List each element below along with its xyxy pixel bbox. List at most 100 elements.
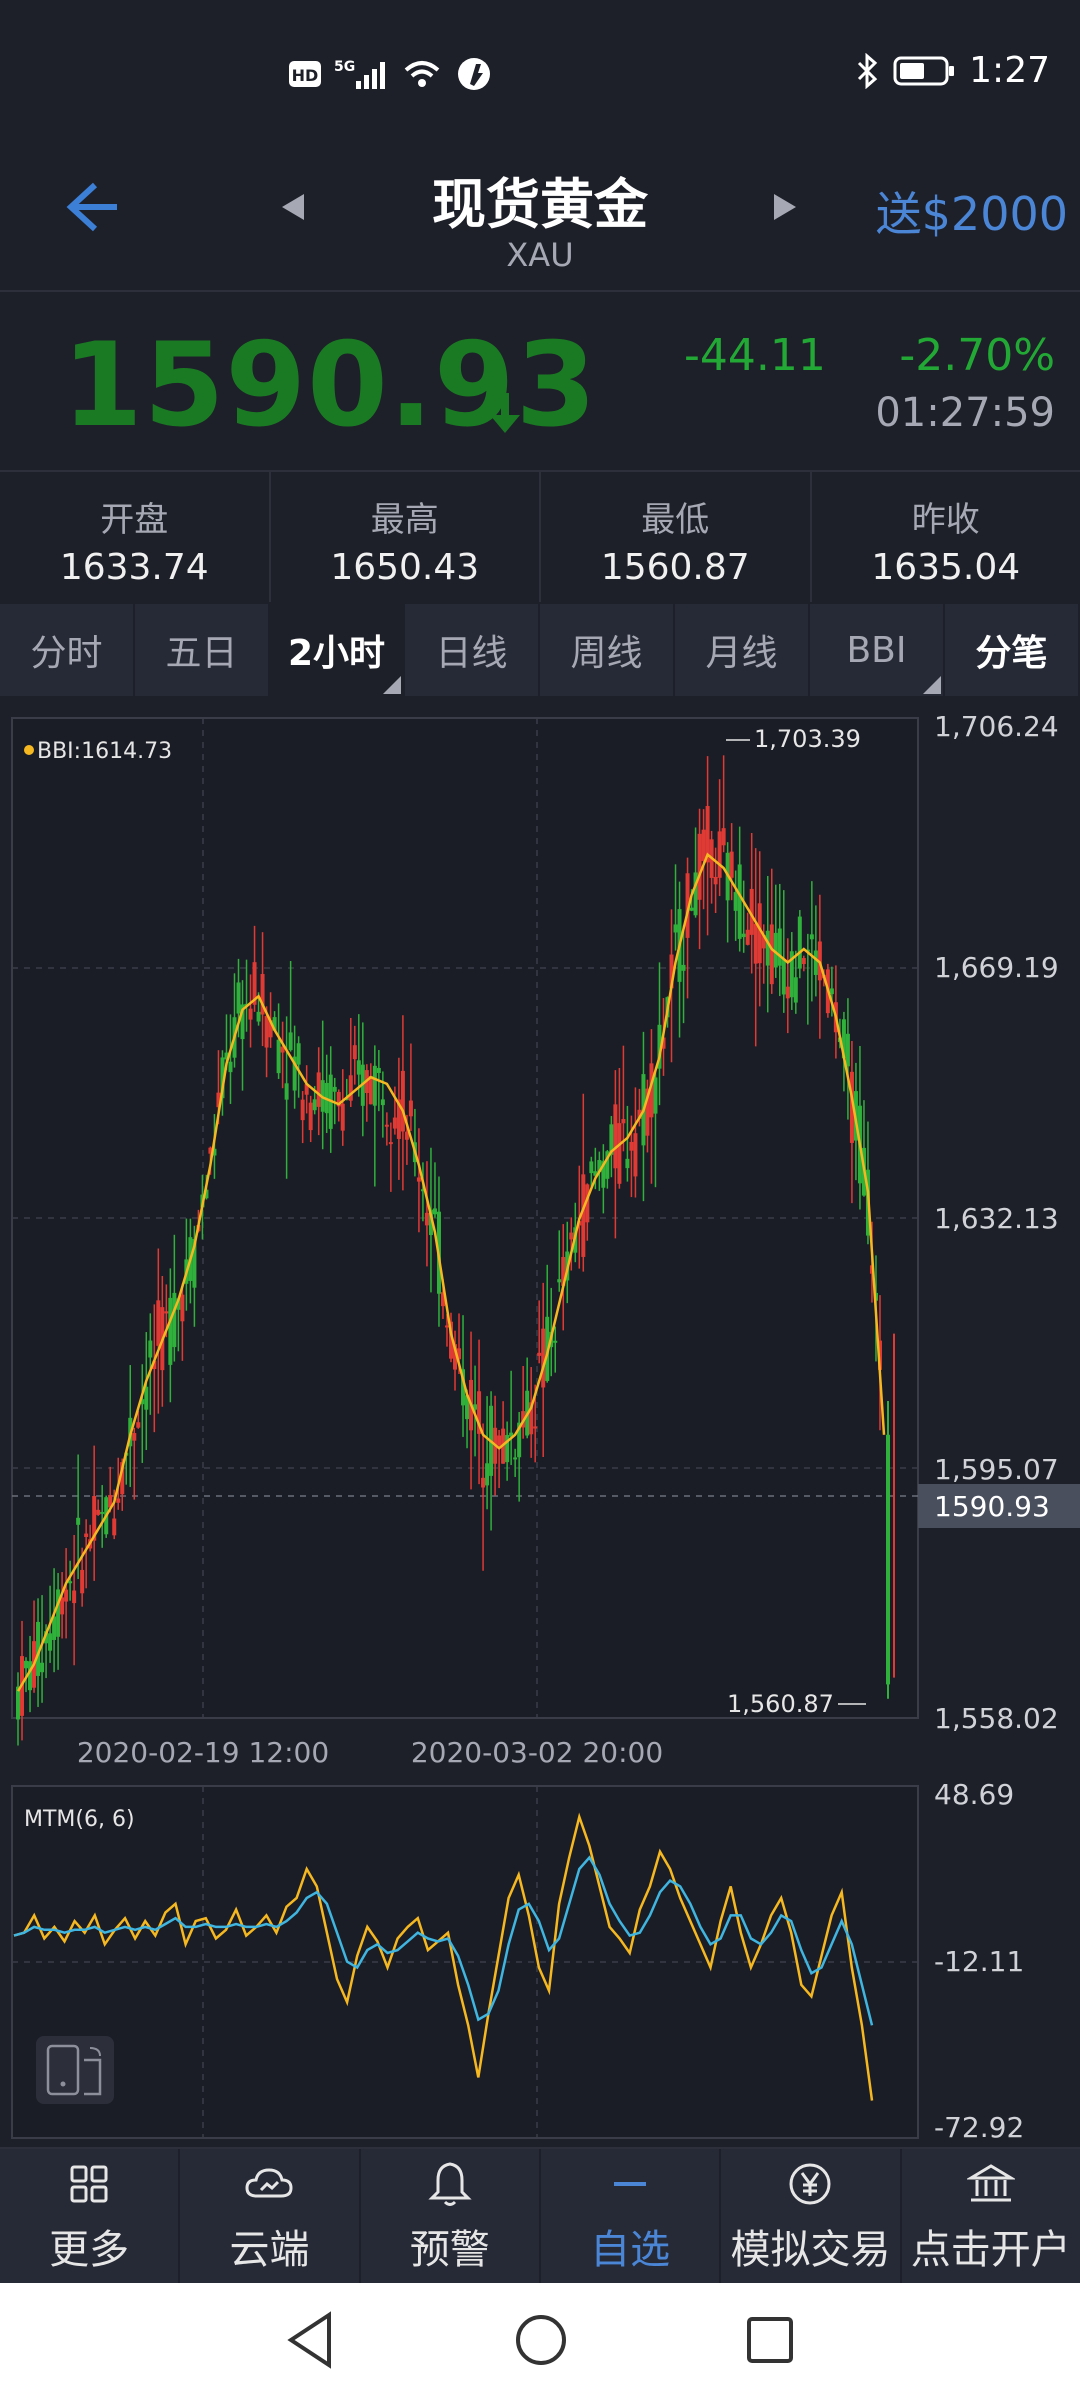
price-chart[interactable]: BBI:1614.73 1,703.39 1,560.87 1,706.24 1… xyxy=(0,700,1080,2145)
clock: 1:27 xyxy=(969,50,1050,91)
candle-body xyxy=(388,1142,393,1145)
candle-body xyxy=(64,1589,69,1602)
bell-icon xyxy=(428,2162,472,2206)
candle-body xyxy=(380,1099,385,1106)
candle-body xyxy=(408,1100,413,1117)
candle-body xyxy=(629,1141,634,1151)
candle-body xyxy=(68,1581,73,1584)
candle-body xyxy=(533,1426,538,1429)
candle-body xyxy=(84,1533,89,1538)
tab-five-day[interactable]: 五日 xyxy=(135,604,270,696)
nav-open-account[interactable]: 点击开户 xyxy=(902,2149,1080,2285)
stat-value: 1633.74 xyxy=(59,547,209,588)
yen-circle-icon xyxy=(789,2163,831,2205)
nav-alert[interactable]: 预警 xyxy=(361,2149,541,2285)
y-tick-label: 1,558.02 xyxy=(934,1702,1059,1735)
down-arrow-icon xyxy=(490,393,520,433)
dropdown-corner-icon xyxy=(923,676,941,694)
nav-recents-icon[interactable] xyxy=(745,2315,795,2365)
candle-body xyxy=(16,1686,20,1720)
candle-body xyxy=(613,1104,618,1169)
candle-body xyxy=(76,1517,81,1525)
candle-body xyxy=(348,1075,353,1101)
candle-body xyxy=(288,1032,293,1051)
candle-body xyxy=(80,1569,85,1594)
candle-body xyxy=(733,892,738,911)
candle-body xyxy=(312,1099,317,1111)
candle-body xyxy=(28,1661,33,1691)
candle-body xyxy=(40,1662,45,1673)
nav-home-icon[interactable] xyxy=(514,2313,568,2367)
bank-icon xyxy=(966,2164,1015,2202)
nav-back-icon[interactable] xyxy=(285,2311,335,2369)
nav-label: 模拟交易 xyxy=(730,2227,891,2273)
candle-body xyxy=(384,1124,389,1127)
candle-body xyxy=(144,1386,149,1410)
candle-body xyxy=(264,1015,269,1048)
nav-watchlist[interactable]: 自选 xyxy=(541,2149,722,2285)
tab-daily[interactable]: 日线 xyxy=(405,604,540,696)
nav-label: 点击开户 xyxy=(910,2227,1071,2273)
candle-body xyxy=(769,924,774,985)
candle-body xyxy=(765,930,770,966)
bbi-legend: BBI:1614.73 xyxy=(37,739,172,764)
mtm-y-tick: 48.69 xyxy=(934,1778,1014,1811)
tab-timeshare[interactable]: 分时 xyxy=(0,604,135,696)
candle-body xyxy=(809,934,814,940)
status-bar: HD 5G 1:27 xyxy=(0,0,1080,150)
promo-link[interactable]: 送$2000 xyxy=(876,178,1068,244)
system-nav-bar xyxy=(0,2283,1080,2400)
candle-body xyxy=(284,1083,289,1100)
5g-signal-icon: 5G xyxy=(334,59,385,89)
candle-body xyxy=(845,1033,850,1067)
candle-body xyxy=(481,1477,486,1488)
stat-value: 1650.43 xyxy=(330,547,480,588)
wifi-icon xyxy=(404,61,440,87)
stat-label: 最高 xyxy=(370,500,439,540)
candle-body xyxy=(753,923,758,964)
tab-ticks[interactable]: 分笔 xyxy=(945,604,1080,696)
candle-body xyxy=(801,958,806,965)
nav-cloud[interactable]: 云端 xyxy=(180,2149,361,2285)
nav-sim-trade[interactable]: 模拟交易 xyxy=(721,2149,902,2285)
candle-body xyxy=(653,1077,658,1114)
nav-more[interactable]: 更多 xyxy=(0,2149,181,2285)
candle-body xyxy=(829,988,834,995)
y-tick-label: 1,632.13 xyxy=(934,1202,1059,1235)
status-right: 1:27 xyxy=(855,50,1050,91)
rotate-screen-button[interactable] xyxy=(36,2036,114,2104)
candle-body xyxy=(172,1292,177,1348)
candle-body xyxy=(392,1117,397,1129)
tab-label: 2小时 xyxy=(287,633,386,674)
y-axis: 1,706.24 1,669.19 1,632.13 1,595.07 1,55… xyxy=(934,710,1059,1735)
stat-low: 最低 1560.87 xyxy=(541,472,812,602)
candle-body xyxy=(589,1161,594,1174)
stat-label: 昨收 xyxy=(911,500,980,540)
candle-body xyxy=(497,1435,502,1446)
tab-monthly[interactable]: 月线 xyxy=(675,604,810,696)
candle-body xyxy=(308,1102,313,1131)
candle-body xyxy=(400,1070,405,1132)
tab-indicator-bbi[interactable]: BBI xyxy=(810,604,945,696)
bluetooth-icon xyxy=(858,52,878,89)
price-change-percent: -2.70% xyxy=(899,330,1055,381)
divider xyxy=(0,290,1080,292)
candle-body xyxy=(432,1208,437,1215)
candle-body xyxy=(537,1352,542,1356)
stat-value: 1560.87 xyxy=(600,547,750,588)
candle-body xyxy=(785,986,790,999)
tab-weekly[interactable]: 周线 xyxy=(540,604,675,696)
candle-body xyxy=(132,1433,137,1441)
candle-body xyxy=(48,1633,53,1651)
candle-body xyxy=(116,1498,121,1503)
candle-body xyxy=(376,1067,381,1073)
stat-open: 开盘 1633.74 xyxy=(0,472,271,602)
candle-body xyxy=(745,929,750,945)
app-notification-icon xyxy=(458,58,490,90)
candle-body xyxy=(156,1300,161,1346)
tab-2-hour[interactable]: 2小时 xyxy=(270,604,405,696)
candle-body xyxy=(256,1011,261,1022)
candle-body xyxy=(557,1279,562,1283)
price-change: -44.11 xyxy=(684,330,826,381)
next-instrument-icon[interactable] xyxy=(770,192,800,222)
